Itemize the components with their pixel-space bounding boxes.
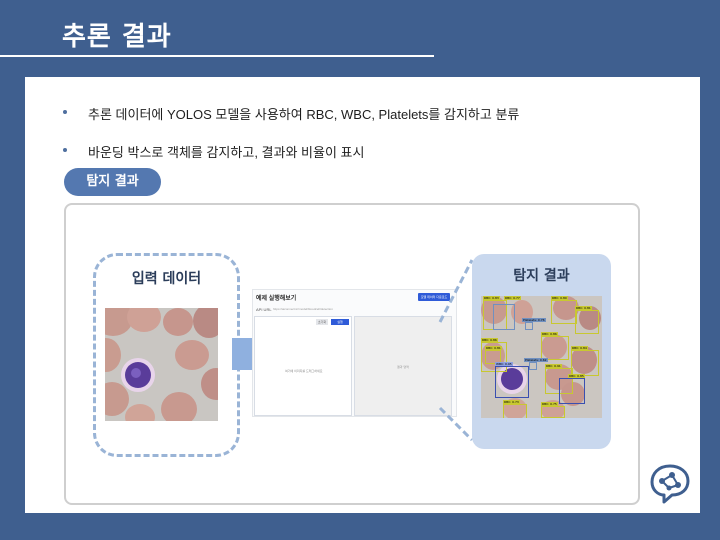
bbox-label: RBC: 0.81 — [485, 346, 502, 350]
slide-title: 추론 결과 — [62, 22, 172, 52]
section-pill: 탐지 결과 — [64, 168, 161, 196]
bbox-label: RBC: 0.86 — [541, 332, 558, 336]
reset-button[interactable]: 초기화 — [316, 319, 328, 325]
bbox-label: RBC: 0.91 — [545, 364, 562, 368]
bbox-label: RBC: 0.85 — [568, 374, 585, 378]
run-button[interactable]: 실행 — [331, 319, 349, 325]
result-hint: 결과 영역 — [397, 365, 409, 369]
bbox-rbc: RBC: 0.73 — [503, 400, 527, 418]
app-title: 예제 실행해보기 — [256, 296, 297, 302]
detection-image: RBC: 0.83 RBC: 0.77 RBC: 0.80 RBC: 0.81 … — [481, 296, 602, 418]
bullet-item-1: 추론 데이터에 YOLOS 모델을 사용하여 RBC, WBC, Platele… — [63, 104, 520, 123]
bbox-label: RBC: 0.77 — [504, 296, 521, 300]
bbox-label: WBC: 0.95 — [495, 362, 513, 366]
api-url-field[interactable]: https://aiconnect.kr/model/bloodcell/det… — [273, 306, 445, 312]
bbox-label: RBC: 0.80 — [551, 296, 568, 300]
bullet-dot-icon — [63, 148, 67, 152]
title-underline — [0, 55, 434, 57]
bbox-rbc: RBC: 0.77 — [493, 296, 521, 330]
bullet-text-1: 추론 데이터에 YOLOS 모델을 사용하여 RBC, WBC, Platele… — [88, 107, 520, 122]
bbox-label: RBC: 0.73 — [503, 400, 520, 404]
bbox-rbc: RBC: 0.84 — [571, 346, 599, 376]
app-screenshot: 예제 실행해보기 모델 데이터 다운로드 API URL https://aic… — [252, 289, 457, 417]
bullet-text-2: 바운딩 박스로 객체를 감지하고, 결과와 비율이 표시 — [88, 145, 365, 160]
bbox-label: Platelets: 0.76 — [522, 318, 546, 322]
brain-network-logo-icon — [650, 464, 690, 504]
bbox-label: Platelets: 0.62 — [524, 358, 548, 362]
bbox-rbc: RBC: 0.81 — [575, 306, 599, 334]
bbox-label: RBC: 0.83 — [483, 296, 500, 300]
bbox-label: RBC: 0.84 — [571, 346, 588, 350]
api-url-label: API URL — [256, 307, 272, 312]
bbox-rbc: RBC: 0.80 — [551, 296, 577, 324]
input-data-label: 입력 데이터 — [131, 271, 202, 287]
bullet-item-2: 바운딩 박스로 객체를 감지하고, 결과와 비율이 표시 — [63, 142, 365, 161]
upload-hint: 여기에 이미지를 드래그하세요 — [285, 369, 323, 373]
bbox-platelet: Platelets: 0.62 — [524, 358, 548, 370]
bbox-platelet: Platelets: 0.76 — [522, 318, 546, 330]
detection-label: 탐지 결과 — [513, 268, 570, 284]
input-blood-image — [105, 308, 218, 421]
bbox-label: RBC: 0.75 — [541, 402, 558, 406]
bbox-wbc: WBC: 0.95 — [495, 362, 529, 398]
bbox-rbc: RBC: 0.85 — [559, 374, 585, 404]
bbox-rbc: RBC: 0.86 — [541, 332, 569, 360]
bbox-label: RBC: 0.86 — [481, 338, 498, 342]
bbox-label: RBC: 0.81 — [575, 306, 592, 310]
bbox-rbc: RBC: 0.75 — [541, 402, 565, 418]
bullet-dot-icon — [63, 110, 67, 114]
upload-pane[interactable]: 초기화 실행 여기에 이미지를 드래그하세요 — [254, 316, 352, 416]
